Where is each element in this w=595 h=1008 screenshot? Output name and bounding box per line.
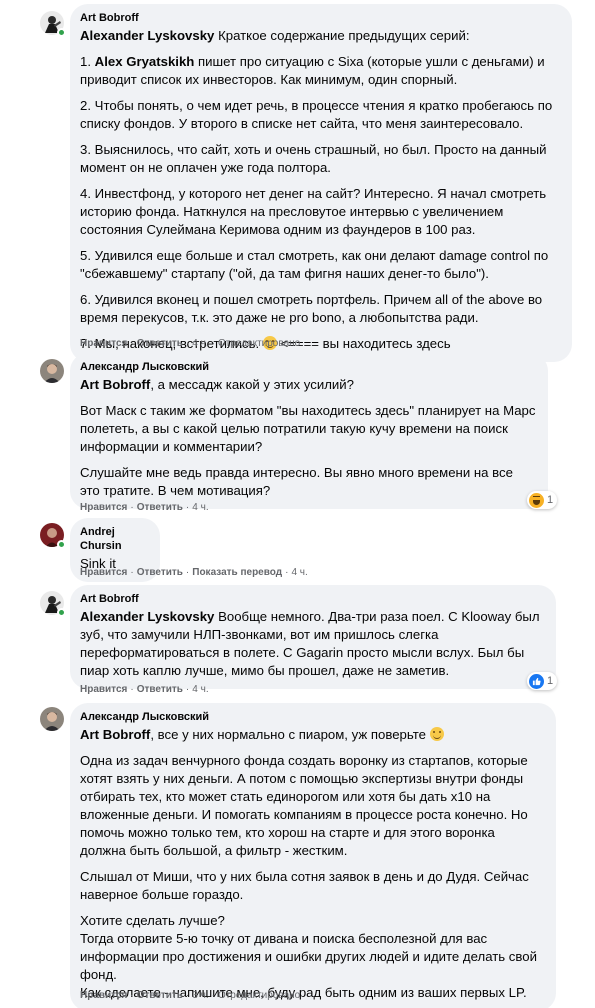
comment-paragraph: 6. Удивился вконец и пошел смотреть порт… [80, 292, 543, 325]
reaction-badge[interactable]: 1 [527, 672, 558, 690]
reply-button[interactable]: Ответить [137, 338, 183, 349]
translate-button[interactable]: Показать перевод [192, 567, 282, 578]
comment-bubble: Art Bobroff Alexander Lyskovsky Краткое … [70, 4, 572, 362]
like-button[interactable]: Нравится [80, 684, 127, 695]
edited-label: Отредактировано [217, 338, 301, 349]
comment-time[interactable]: 4 ч. [192, 502, 208, 513]
avatar[interactable] [40, 707, 64, 731]
reaction-count: 1 [547, 675, 554, 687]
avatar-alexander-icon [40, 707, 64, 731]
avatar-alexander-icon [40, 359, 64, 383]
paragraph-text: 1. [80, 54, 95, 69]
online-dot [57, 28, 66, 37]
comment-time[interactable]: 4 ч. [291, 567, 307, 578]
avatar[interactable] [40, 359, 64, 383]
comment-paragraph: Alexander Lyskovsky Краткое содержание п… [80, 27, 560, 45]
comment-paragraph: 1. Alex Gryatskikh пишет про ситуацию с … [80, 53, 560, 89]
comment-actions: Нравится · Ответить · 4 ч. [80, 684, 209, 695]
avatar[interactable] [40, 591, 66, 617]
comment-actions: Нравится · Ответить · 4 ч. · Отредактировано [80, 338, 301, 349]
comment-author[interactable]: Andrej Chursin [80, 525, 148, 553]
haha-reaction-icon [529, 492, 544, 508]
reply-button[interactable]: Ответить [137, 684, 183, 695]
comment-paragraph: 5. Удивился еще больше и стал смотреть, … [80, 248, 549, 281]
comment-paragraph: Слышал от Миши, что у них была сотня зая… [80, 869, 529, 902]
comment-paragraph: Вот Маск с таким же форматом "вы находит… [80, 403, 536, 454]
comment-author[interactable]: Art Bobroff [80, 11, 560, 25]
reply-button[interactable]: Ответить [137, 502, 183, 513]
comment-paragraph: Одна из задач венчурного фонда создать в… [80, 753, 528, 858]
comment-paragraph: 3. Выяснилось, что сайт, хоть и очень ст… [80, 142, 547, 175]
edited-label: Отредактировано [217, 990, 301, 1001]
comment-paragraph: Art Bobroff, а мессадж какой у этих усил… [80, 376, 536, 394]
like-button[interactable]: Нравится [80, 567, 127, 578]
paragraph-text: Краткое содержание предыдущих серий: [214, 28, 470, 43]
paragraph-text: , все у них нормально с пиаром, уж повер… [150, 727, 426, 742]
reply-button[interactable]: Ответить [137, 990, 183, 1001]
comment-paragraph: Art Bobroff, все у них нормально с пиаро… [80, 726, 544, 744]
mention-link[interactable]: Art Bobroff [80, 377, 150, 392]
comment-bubble: Александр Лысковский Art Bobroff, а месс… [70, 353, 548, 509]
online-dot [57, 540, 66, 549]
comment-bubble: Art Bobroff Alexander Lyskovsky Вообще н… [70, 585, 556, 689]
avatar[interactable] [40, 11, 66, 37]
comment-bubble: Александр Лысковский Art Bobroff, все у … [70, 703, 556, 1008]
smile-emoji-icon [429, 727, 444, 741]
comment-time[interactable]: 4 ч. [192, 338, 208, 349]
mention-link[interactable]: Alexander Lyskovsky [80, 609, 214, 624]
online-dot [57, 608, 66, 617]
comment-paragraph: Alexander Lyskovsky Вообще немного. Два-… [80, 608, 544, 680]
reply-button[interactable]: Ответить [137, 567, 183, 578]
comment-actions: Нравится · Ответить · 3 ч. · Отредактировано [80, 990, 301, 1001]
comment-paragraph: 4. Инвестфонд, у которого нет денег на с… [80, 186, 547, 237]
like-button[interactable]: Нравится [80, 502, 127, 513]
comment-author[interactable]: Art Bobroff [80, 592, 544, 606]
comment-paragraph: 2. Чтобы понять, о чем идет речь, в проц… [80, 98, 553, 131]
reaction-badge[interactable]: 1 [527, 491, 558, 509]
like-button[interactable]: Нравится [80, 990, 127, 1001]
like-reaction-icon [529, 673, 544, 689]
comment-paragraph: Слушайте мне ведь правда интересно. Вы я… [80, 465, 513, 498]
comment-time[interactable]: 3 ч. [192, 990, 208, 1001]
paragraph-text: <==== вы находитесь здесь [276, 336, 451, 351]
comment-author[interactable]: Александр Лысковский [80, 710, 544, 724]
comment-author[interactable]: Александр Лысковский [80, 360, 536, 374]
mention-link[interactable]: Alexander Lyskovsky [80, 28, 214, 43]
paragraph-text: , а мессадж какой у этих усилий? [150, 377, 354, 392]
mention-link[interactable]: Art Bobroff [80, 727, 150, 742]
comment-paragraph: Хотите сделать лучше? Тогда оторвите 5-ю… [80, 913, 537, 1000]
mention-link[interactable]: Alex Gryatskikh [95, 54, 195, 69]
avatar[interactable] [40, 523, 66, 549]
comment-actions: Нравится · Ответить · Показать перевод · 4 ч. [80, 567, 308, 578]
like-button[interactable]: Нравится [80, 338, 127, 349]
reaction-count: 1 [547, 494, 554, 506]
comment-actions: Нравится · Ответить · 4 ч. [80, 502, 209, 513]
comment-time[interactable]: 4 ч. [192, 684, 208, 695]
